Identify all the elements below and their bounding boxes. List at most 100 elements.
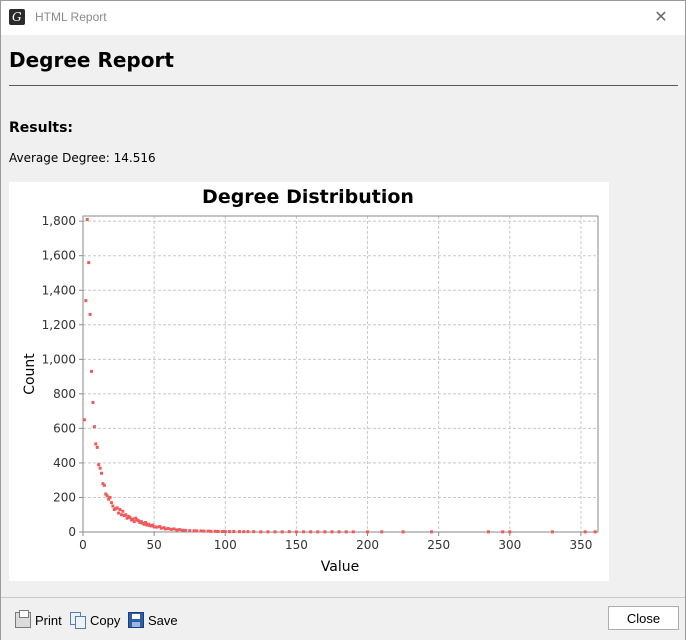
save-button[interactable]: Save [128,611,178,629]
data-point [351,530,355,534]
data-point [380,530,384,534]
app-logo-icon: G [9,9,25,25]
data-point [323,530,327,534]
data-point [330,530,334,534]
y-tick-label: 1,200 [42,318,76,332]
data-point [92,425,96,429]
data-point [266,530,270,534]
data-point [164,527,168,531]
data-point [280,530,284,534]
data-point [131,517,135,521]
data-point [119,513,123,517]
x-tick-label: 0 [79,538,87,552]
data-point [85,217,89,221]
close-button[interactable]: Close [608,606,679,630]
window-title: HTML Report [35,10,107,24]
plot-area-border [82,215,599,533]
data-point [199,529,203,533]
data-point [246,530,250,534]
floppy-disk-icon [128,612,144,628]
x-axis-ticks: 0 50 100 150 200 250 300 350 [79,532,592,552]
data-points [82,217,597,534]
average-degree-value: 14.516 [113,151,156,165]
data-point [121,509,125,513]
data-point [593,530,597,534]
y-tick-label: 200 [53,490,76,504]
data-point [94,442,98,446]
data-point [90,369,94,373]
y-tick-label: 1,000 [42,352,76,366]
x-tick-label: 200 [356,538,379,552]
data-point [118,508,122,512]
x-tick-label: 250 [427,538,450,552]
data-point [430,530,434,534]
data-point [508,530,512,534]
y-tick-label: 600 [53,421,76,435]
x-tick-label: 50 [146,538,161,552]
chart-title: Degree Distribution [202,186,414,208]
data-point [178,528,182,532]
close-icon[interactable]: ✕ [651,7,671,27]
y-tick-label: 800 [53,387,76,401]
data-point [337,530,341,534]
data-point [109,501,113,505]
data-point [287,530,291,534]
data-point [202,529,206,533]
data-point [124,513,128,517]
data-point [309,530,313,534]
title-bar: G HTML Report ✕ [1,1,685,35]
data-point [166,527,170,531]
data-point [228,530,232,534]
data-point [102,483,106,487]
x-tick-label: 350 [569,538,592,552]
grid-lines [83,216,598,532]
data-point [88,312,92,316]
data-point [111,504,115,508]
data-point [316,530,320,534]
data-point [501,530,505,534]
x-tick-label: 100 [214,538,237,552]
data-point [181,528,185,532]
copy-icon [70,612,86,629]
data-point [216,529,220,533]
divider [9,85,678,86]
data-point [84,299,88,303]
data-point [213,529,217,533]
data-point [302,530,306,534]
report-window: G HTML Report ✕ Degree Report Results: A… [0,0,686,640]
data-point [172,527,176,531]
copy-button[interactable]: Copy [70,611,120,629]
data-point [294,530,298,534]
degree-distribution-chart: Degree Distribution 0 200 400 600 800 1,000 1,… [9,182,609,581]
data-point [232,529,236,533]
data-point [132,520,136,524]
results-heading: Results: [9,120,73,136]
data-point [91,400,95,404]
data-point [115,506,119,510]
y-tick-label: 1,600 [42,249,76,263]
data-point [550,530,554,534]
data-point [98,466,102,470]
data-point [99,471,103,475]
y-axis-ticks: 0 200 400 600 800 1,000 1,200 1,400 1,600 1,800 [42,214,83,539]
data-point [183,528,187,532]
y-tick-label: 1,800 [42,214,76,228]
data-point [105,494,109,498]
y-tick-label: 1,400 [42,283,76,297]
bottom-toolbar: Print Copy Save Close [1,597,685,640]
average-degree-label: Average Degree: [9,151,110,165]
printer-icon [15,610,31,628]
y-tick-label: 400 [53,456,76,470]
data-point [401,530,405,534]
data-point [195,529,199,533]
chart-svg: Degree Distribution 0 200 400 600 800 1,000 1,… [22,186,599,575]
data-point [97,463,101,467]
data-point [206,529,210,533]
data-point [486,530,490,534]
data-point [108,495,112,499]
data-point [155,525,159,529]
data-point [152,525,156,529]
data-point [259,530,263,534]
data-point [169,527,173,531]
print-button[interactable]: Print [15,610,62,629]
